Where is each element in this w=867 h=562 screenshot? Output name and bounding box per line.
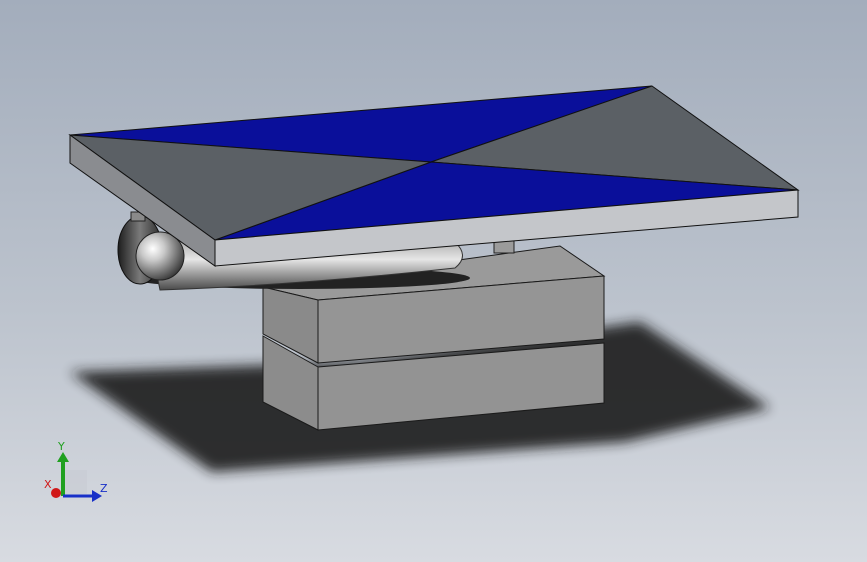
triad-z-label: Z (100, 482, 108, 495)
3d-model-scene[interactable] (0, 0, 867, 562)
triad-y-label: Y (57, 440, 65, 453)
solar-panel[interactable] (68, 85, 800, 267)
triad-origin-plane (63, 470, 87, 494)
triad-x-axis-dot (51, 488, 61, 498)
orientation-triad: Y X Z (44, 440, 108, 502)
graphics-viewport[interactable]: Y X Z (0, 0, 867, 562)
triad-x-label: X (44, 478, 52, 491)
triad-y-arrowhead (57, 452, 69, 462)
